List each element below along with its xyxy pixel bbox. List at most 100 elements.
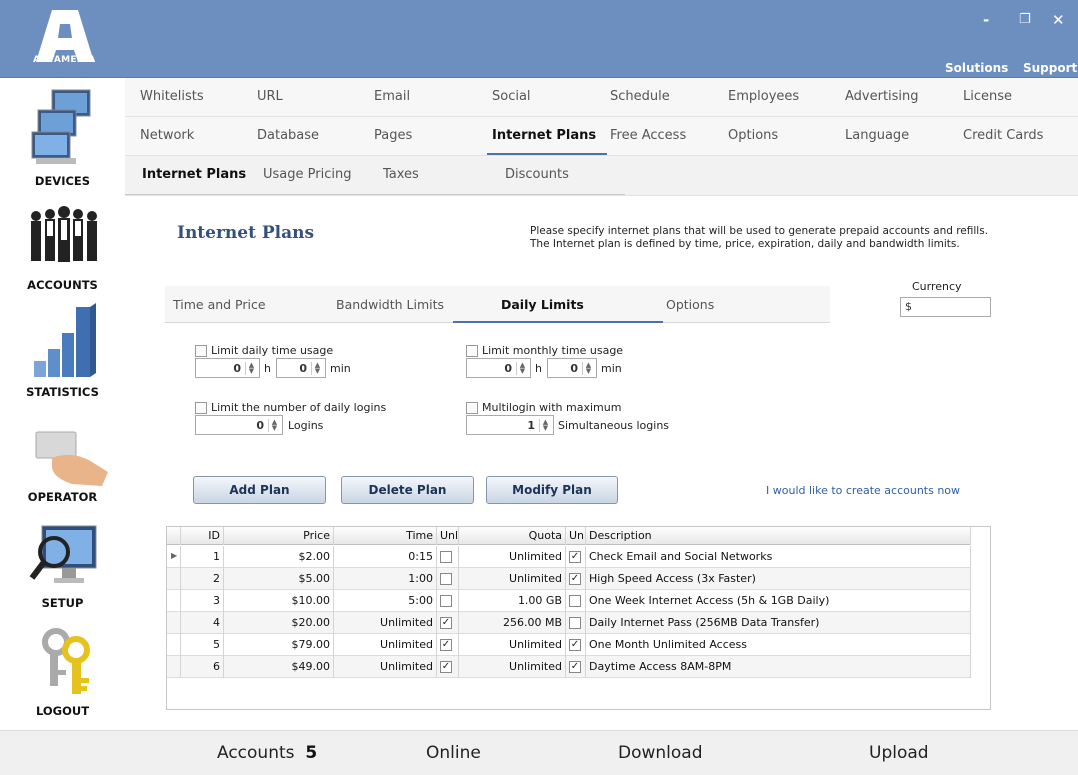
cell-time-unl-checkbox[interactable]: [437, 568, 459, 590]
table-row[interactable]: 6 $49.00 Unlimited ✓ Unlimited ✓ Daytime Acces…: [167, 656, 971, 678]
monthly-minutes-spinner[interactable]: 0 ▲ ▼: [547, 358, 597, 378]
subtab-discounts[interactable]: Discounts: [505, 167, 569, 182]
subtab-usage-pricing[interactable]: Usage Pricing: [263, 167, 351, 182]
spinner-arrows-icon[interactable]: ▲ ▼: [539, 419, 551, 432]
checkbox[interactable]: ✓: [569, 573, 581, 585]
restore-icon[interactable]: ❐: [1019, 12, 1031, 28]
tab-network[interactable]: Network: [140, 128, 194, 143]
sidebar-item-operator[interactable]: OPERATOR: [0, 428, 125, 508]
cell-time-unl-checkbox[interactable]: [437, 546, 459, 568]
tab-options[interactable]: Options: [728, 128, 778, 143]
create-accounts-link[interactable]: I would like to create accounts now: [766, 484, 960, 497]
tab-time-and-price[interactable]: Time and Price: [173, 297, 266, 312]
checkbox[interactable]: [440, 573, 452, 585]
spinner-arrows-icon[interactable]: ▲ ▼: [245, 362, 257, 375]
cell-quota-unl-checkbox[interactable]: [566, 612, 586, 634]
table-row[interactable]: 3 $10.00 5:00 1.00 GB One Week Internet Acce…: [167, 590, 971, 612]
column-header-price[interactable]: Price: [224, 527, 334, 545]
daily-hours-spinner[interactable]: 0 ▲ ▼: [195, 358, 260, 378]
column-header-time[interactable]: Time: [334, 527, 437, 545]
close-icon[interactable]: ✕: [1052, 12, 1065, 28]
checkbox[interactable]: [569, 617, 581, 629]
checkbox[interactable]: [440, 551, 452, 563]
cell-quota-unl-checkbox[interactable]: ✓: [566, 568, 586, 590]
table-row[interactable]: 2 $5.00 1:00 Unlimited ✓ High Speed Access (3…: [167, 568, 971, 590]
limit-monthly-time-checkbox[interactable]: [466, 345, 478, 357]
monthly-hours-spinner[interactable]: 0 ▲ ▼: [466, 358, 531, 378]
tab-credit-cards[interactable]: Credit Cards: [963, 128, 1043, 143]
checkbox[interactable]: ✓: [569, 661, 581, 673]
cell-quota-unl-checkbox[interactable]: ✓: [566, 656, 586, 678]
minimize-icon[interactable]: -: [983, 12, 989, 28]
delete-plan-button[interactable]: Delete Plan: [341, 476, 474, 504]
limit-daily-logins-checkbox[interactable]: [195, 402, 207, 414]
support-link[interactable]: Support: [1023, 61, 1077, 75]
tab-options-plan[interactable]: Options: [666, 297, 714, 312]
add-plan-button[interactable]: Add Plan: [193, 476, 326, 504]
column-header-time-unl[interactable]: Unl: [437, 527, 459, 545]
cell-time-unl-checkbox[interactable]: ✓: [437, 634, 459, 656]
cell-quota-unl-checkbox[interactable]: ✓: [566, 634, 586, 656]
checkbox[interactable]: ✓: [440, 639, 452, 651]
tab-free-access[interactable]: Free Access: [610, 128, 686, 143]
column-header-quota-unl[interactable]: Unl: [566, 527, 586, 545]
tab-internet-plans[interactable]: Internet Plans: [492, 128, 596, 143]
multilogin-spinner[interactable]: 1 ▲ ▼: [466, 415, 554, 435]
daily-minutes-spinner[interactable]: 0 ▲ ▼: [276, 358, 326, 378]
multilogin-checkbox[interactable]: [466, 402, 478, 414]
tab-schedule[interactable]: Schedule: [610, 89, 670, 104]
sidebar-item-statistics[interactable]: STATISTICS: [0, 303, 125, 403]
checkbox[interactable]: ✓: [569, 551, 581, 563]
spinner-arrows-icon[interactable]: ▲ ▼: [516, 362, 528, 375]
tab-social[interactable]: Social: [492, 89, 531, 104]
tab-pages[interactable]: Pages: [374, 128, 412, 143]
checkbox[interactable]: ✓: [569, 639, 581, 651]
checkbox[interactable]: [440, 595, 452, 607]
tab-daily-limits[interactable]: Daily Limits: [501, 297, 584, 312]
solutions-link[interactable]: Solutions: [945, 61, 1008, 75]
checkbox[interactable]: [569, 595, 581, 607]
tab-database[interactable]: Database: [257, 128, 319, 143]
table-row[interactable]: 5 $79.00 Unlimited ✓ Unlimited ✓ One Month Unl…: [167, 634, 971, 656]
row-selector-arrow-icon[interactable]: ▶: [167, 546, 181, 568]
spinner-arrows-icon[interactable]: ▲ ▼: [268, 419, 280, 432]
column-header-id[interactable]: ID: [181, 527, 224, 545]
sidebar-item-devices[interactable]: DEVICES: [0, 88, 125, 188]
cell-time-unl-checkbox[interactable]: [437, 590, 459, 612]
row-selector[interactable]: [167, 656, 181, 678]
tab-language[interactable]: Language: [845, 128, 909, 143]
tab-employees[interactable]: Employees: [728, 89, 799, 104]
sidebar-item-setup[interactable]: SETUP: [0, 522, 125, 612]
tab-whitelists[interactable]: Whitelists: [140, 89, 204, 104]
table-row[interactable]: ▶ 1 $2.00 0:15 Unlimited ✓ Check Email and Soc…: [167, 546, 971, 568]
daily-logins-spinner[interactable]: 0 ▲ ▼: [195, 415, 283, 435]
spinner-arrows-icon[interactable]: ▲ ▼: [582, 362, 594, 375]
row-selector[interactable]: [167, 568, 181, 590]
subtab-taxes[interactable]: Taxes: [383, 167, 419, 182]
plan-tabs: Time and Price Bandwidth Limits Daily Li…: [165, 286, 830, 323]
checkbox[interactable]: ✓: [440, 617, 452, 629]
limit-daily-time-checkbox[interactable]: [195, 345, 207, 357]
column-header-description[interactable]: Description: [586, 527, 971, 545]
cell-quota-unl-checkbox[interactable]: ✓: [566, 546, 586, 568]
sidebar-item-logout[interactable]: LOGOUT: [0, 626, 125, 718]
tab-url[interactable]: URL: [257, 89, 283, 104]
row-selector[interactable]: [167, 634, 181, 656]
column-header-quota[interactable]: Quota: [459, 527, 566, 545]
subtab-internet-plans[interactable]: Internet Plans: [142, 167, 246, 182]
tab-license[interactable]: License: [963, 89, 1012, 104]
tab-bandwidth-limits[interactable]: Bandwidth Limits: [336, 297, 444, 312]
currency-input[interactable]: $: [900, 297, 991, 317]
row-selector[interactable]: [167, 612, 181, 634]
spinner-arrows-icon[interactable]: ▲ ▼: [311, 362, 323, 375]
table-row[interactable]: 4 $20.00 Unlimited ✓ 256.00 MB Daily Internet…: [167, 612, 971, 634]
tab-email[interactable]: Email: [374, 89, 410, 104]
cell-time-unl-checkbox[interactable]: ✓: [437, 612, 459, 634]
sidebar-item-accounts[interactable]: ACCOUNTS: [0, 206, 125, 296]
cell-time-unl-checkbox[interactable]: ✓: [437, 656, 459, 678]
modify-plan-button[interactable]: Modify Plan: [486, 476, 618, 504]
cell-quota-unl-checkbox[interactable]: [566, 590, 586, 612]
tab-advertising[interactable]: Advertising: [845, 89, 919, 104]
checkbox[interactable]: ✓: [440, 661, 452, 673]
row-selector[interactable]: [167, 590, 181, 612]
